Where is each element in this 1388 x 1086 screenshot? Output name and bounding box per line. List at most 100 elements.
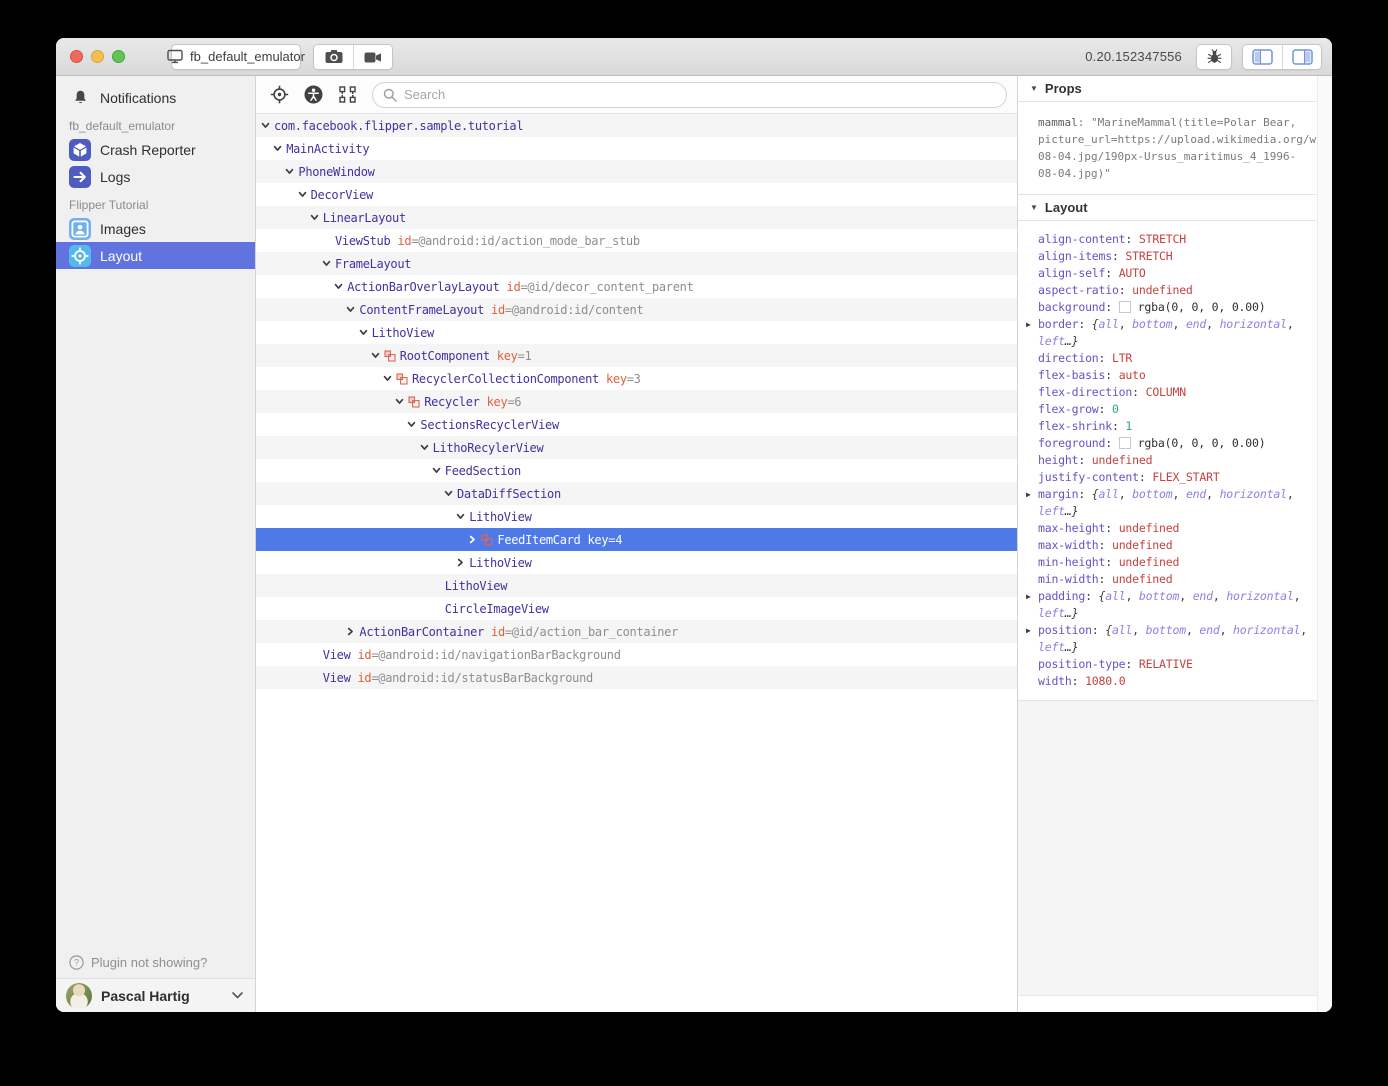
tree-node-com.facebook.flipper.sample.tutorial[interactable]: com.facebook.flipper.sample.tutorial (256, 114, 1017, 137)
layout-prop-value[interactable]: rgba(0, 0, 0, 0.00) (1138, 436, 1266, 450)
inspector-scrollbar-gutter[interactable] (1317, 76, 1332, 1012)
tree-node-LithoView[interactable]: LithoView (256, 574, 1017, 597)
tree-node-Recycler[interactable]: Recyclerkey=6 (256, 390, 1017, 413)
layout-prop-padding[interactable]: ▶padding: {all, bottom, end, horizontal,… (1018, 588, 1332, 622)
layout-prop-value[interactable]: STRETCH (1125, 249, 1172, 263)
layout-prop-flex-basis[interactable]: flex-basis: auto (1018, 367, 1332, 384)
tree-node-DecorView[interactable]: DecorView (256, 183, 1017, 206)
tree-node-LithoRecylerView[interactable]: LithoRecylerView (256, 436, 1017, 459)
layout-prop-value[interactable]: RELATIVE (1139, 657, 1193, 671)
chevron-right-icon[interactable] (468, 535, 481, 544)
layout-prop-value[interactable]: 1080.0 (1085, 674, 1125, 688)
expander-icon[interactable]: ▶ (1026, 486, 1031, 503)
layout-prop-value[interactable]: STRETCH (1139, 232, 1186, 246)
chevron-down-icon[interactable] (407, 420, 420, 429)
tree-node-LithoView[interactable]: LithoView (256, 551, 1017, 574)
chevron-down-icon[interactable] (383, 374, 396, 383)
prop-line[interactable]: 08-04.jpg)" (1038, 165, 1326, 182)
color-swatch[interactable] (1119, 301, 1131, 313)
layout-prop-value[interactable]: rgba(0, 0, 0, 0.00) (1138, 300, 1266, 314)
layout-prop-flex-shrink[interactable]: flex-shrink: 1 (1018, 418, 1332, 435)
screen-record-button[interactable] (353, 45, 392, 69)
layout-prop-margin[interactable]: ▶margin: {all, bottom, end, horizontal,l… (1018, 486, 1332, 520)
layout-prop-value[interactable]: COLUMN (1146, 385, 1186, 399)
tree-node-ViewStub[interactable]: ViewStubid=@android:id/action_mode_bar_s… (256, 229, 1017, 252)
minimize-window-button[interactable] (91, 50, 104, 63)
layout-prop-value[interactable]: auto (1119, 368, 1146, 382)
sidebar-item-notifications[interactable]: Notifications (56, 84, 255, 111)
layout-prop-position-type[interactable]: position-type: RELATIVE (1018, 656, 1332, 673)
layout-section-header[interactable]: ▼ Layout (1018, 195, 1332, 221)
prop-line[interactable]: mammal: "MarineMammal(title=Polar Bear, (1038, 114, 1326, 131)
layout-prop-align-self[interactable]: align-self: AUTO (1018, 265, 1332, 282)
toggle-left-sidebar-button[interactable] (1243, 45, 1282, 69)
tree-node-RecyclerCollectionComponent[interactable]: RecyclerCollectionComponentkey=3 (256, 367, 1017, 390)
chevron-down-icon[interactable] (456, 512, 469, 521)
chevron-down-icon[interactable] (395, 397, 408, 406)
props-section-header[interactable]: ▼ Props (1018, 76, 1332, 102)
tree-node-ContentFrameLayout[interactable]: ContentFrameLayoutid=@android:id/content (256, 298, 1017, 321)
layout-prop-max-height[interactable]: max-height: undefined (1018, 520, 1332, 537)
tree-node-LinearLayout[interactable]: LinearLayout (256, 206, 1017, 229)
zoom-window-button[interactable] (112, 50, 125, 63)
layout-prop-align-content[interactable]: align-content: STRETCH (1018, 231, 1332, 248)
layout-prop-foreground[interactable]: foreground: rgba(0, 0, 0, 0.00) (1018, 435, 1332, 452)
bug-report-button[interactable] (1196, 44, 1232, 70)
inspect-target-button[interactable] (266, 82, 292, 108)
close-window-button[interactable] (70, 50, 83, 63)
color-swatch[interactable] (1119, 437, 1131, 449)
sidebar-item-images[interactable]: Images (56, 215, 255, 242)
layout-prop-direction[interactable]: direction: LTR (1018, 350, 1332, 367)
layout-prop-value[interactable]: AUTO (1119, 266, 1146, 280)
tree-node-SectionsRecyclerView[interactable]: SectionsRecyclerView (256, 413, 1017, 436)
layout-prop-value[interactable]: 1 (1125, 419, 1132, 433)
screenshot-button[interactable] (314, 45, 353, 69)
tree-node-FrameLayout[interactable]: FrameLayout (256, 252, 1017, 275)
chevron-down-icon[interactable] (346, 305, 359, 314)
layout-prop-width[interactable]: width: 1080.0 (1018, 673, 1332, 690)
expander-icon[interactable]: ▶ (1026, 622, 1031, 639)
layout-prop-flex-direction[interactable]: flex-direction: COLUMN (1018, 384, 1332, 401)
layout-prop-value[interactable]: LTR (1112, 351, 1132, 365)
tree-node-View[interactable]: Viewid=@android:id/statusBarBackground (256, 666, 1017, 689)
expand-tree-button[interactable] (334, 82, 360, 108)
chevron-down-icon[interactable] (371, 351, 384, 360)
toggle-right-sidebar-button[interactable] (1282, 45, 1321, 69)
sidebar-item-crash-reporter[interactable]: Crash Reporter (56, 136, 255, 163)
tree-node-MainActivity[interactable]: MainActivity (256, 137, 1017, 160)
accessibility-mode-button[interactable] (300, 82, 326, 108)
tree-node-LithoView[interactable]: LithoView (256, 505, 1017, 528)
expander-icon[interactable]: ▶ (1026, 316, 1031, 333)
layout-prop-max-width[interactable]: max-width: undefined (1018, 537, 1332, 554)
layout-prop-position[interactable]: ▶position: {all, bottom, end, horizontal… (1018, 622, 1332, 656)
chevron-down-icon[interactable] (359, 328, 372, 337)
chevron-down-icon[interactable] (298, 190, 311, 199)
chevron-down-icon[interactable] (273, 144, 286, 153)
tree-node-View[interactable]: Viewid=@android:id/navigationBarBackgrou… (256, 643, 1017, 666)
tree-node-FeedItemCard[interactable]: FeedItemCardkey=4 (256, 528, 1017, 551)
layout-prop-height[interactable]: height: undefined (1018, 452, 1332, 469)
layout-prop-background[interactable]: background: rgba(0, 0, 0, 0.00) (1018, 299, 1332, 316)
prop-line[interactable]: 08-04.jpg/190px-Ursus_maritimus_4_1996- (1038, 148, 1326, 165)
user-menu[interactable]: Pascal Hartig (56, 978, 255, 1012)
layout-prop-min-width[interactable]: min-width: undefined (1018, 571, 1332, 588)
search-input[interactable] (404, 87, 996, 102)
layout-prop-align-items[interactable]: align-items: STRETCH (1018, 248, 1332, 265)
prop-line[interactable]: picture_url=https://upload.wikimedia.org… (1038, 131, 1326, 148)
layout-prop-value[interactable]: undefined (1112, 538, 1173, 552)
tree-node-PhoneWindow[interactable]: PhoneWindow (256, 160, 1017, 183)
chevron-down-icon[interactable] (334, 282, 347, 291)
chevron-down-icon[interactable] (444, 489, 457, 498)
layout-prop-value[interactable]: 0 (1112, 402, 1119, 416)
chevron-right-icon[interactable] (456, 558, 469, 567)
tree-node-FeedSection[interactable]: FeedSection (256, 459, 1017, 482)
chevron-down-icon[interactable] (420, 443, 433, 452)
tree-node-LithoView[interactable]: LithoView (256, 321, 1017, 344)
sidebar-item-layout[interactable]: Layout (56, 242, 255, 269)
chevron-right-icon[interactable] (346, 627, 359, 636)
layout-prop-justify-content[interactable]: justify-content: FLEX_START (1018, 469, 1332, 486)
layout-prop-value[interactable]: undefined (1112, 572, 1173, 586)
tree-node-ActionBarContainer[interactable]: ActionBarContainerid=@id/action_bar_cont… (256, 620, 1017, 643)
tree-node-ActionBarOverlayLayout[interactable]: ActionBarOverlayLayoutid=@id/decor_conte… (256, 275, 1017, 298)
layout-prop-aspect-ratio[interactable]: aspect-ratio: undefined (1018, 282, 1332, 299)
